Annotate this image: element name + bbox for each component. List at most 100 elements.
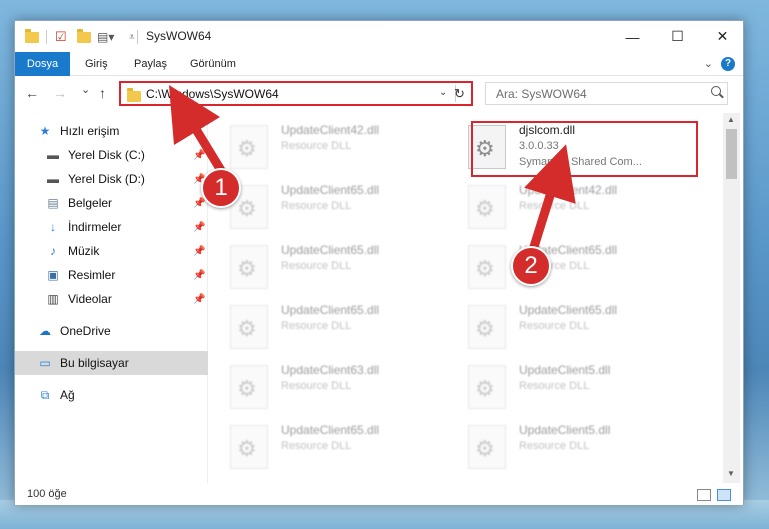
address-path[interactable]: C:\Windows\SysWOW64 (146, 87, 279, 101)
file-type: Resource DLL (519, 200, 590, 212)
pin-icon[interactable]: 📌 (193, 270, 205, 281)
search-input[interactable]: Ara: SysWOW64 (496, 87, 587, 101)
file-highlight-box (471, 121, 698, 177)
file-type: Resource DLL (281, 380, 352, 392)
sidebar-item-onedrive[interactable]: ☁ OneDrive (15, 319, 208, 343)
help-icon[interactable]: ? (721, 57, 735, 71)
dll-file-icon (230, 365, 268, 409)
sidebar-item-downloads[interactable]: ↓ İndirmeler 📌 (15, 215, 208, 239)
title-bar: ☑ ▤▾ ⩡ SysWOW64 — ☐ ✕ (15, 21, 743, 52)
expand-ribbon-icon[interactable]: ⌄ (704, 57, 713, 70)
file-type: Resource DLL (519, 320, 590, 332)
sidebar-item-quick-access[interactable]: ★ Hızlı erişim (15, 119, 208, 143)
scroll-thumb[interactable] (726, 129, 737, 179)
item-count: 100 öğe (27, 488, 67, 500)
list-item[interactable]: UpdateClient65.dll Resource DLL (210, 417, 435, 475)
music-icon: ♪ (50, 244, 56, 258)
sidebar-item-this-pc[interactable]: ▭ Bu bilgisayar (15, 351, 208, 375)
details-view-icon[interactable] (697, 489, 711, 501)
pin-icon[interactable]: 📌 (193, 222, 205, 233)
file-type: Resource DLL (519, 380, 590, 392)
file-type: Resource DLL (281, 440, 352, 452)
search-icon[interactable] (711, 86, 721, 96)
new-folder-icon[interactable] (77, 28, 91, 43)
list-item[interactable]: UpdateClient5.dll Resource DLL (448, 417, 673, 475)
download-icon: ↓ (50, 220, 56, 234)
step-badge-1: 1 (201, 168, 241, 208)
list-item[interactable]: UpdateClient65.dll Resource DLL (448, 297, 673, 355)
window-title: SysWOW64 (146, 29, 212, 43)
sidebar-item-label: Müzik (68, 244, 100, 258)
navigation-bar: ← → ⌄ ↑ C:\Windows\SysWOW64 ⌄ ↻ Ara: Sys… (15, 77, 743, 111)
sidebar-item-label: Hızlı erişim (60, 124, 120, 138)
vertical-scrollbar[interactable]: ▲ ▼ (723, 113, 740, 483)
list-item[interactable]: UpdateClient65.dll Resource DLL (448, 237, 673, 295)
recent-locations-button[interactable]: ⌄ (81, 83, 90, 96)
minimize-button[interactable]: — (610, 21, 655, 52)
file-name: UpdateClient5.dll (519, 363, 611, 377)
sidebar-item-label: Bu bilgisayar (60, 356, 129, 370)
list-item[interactable]: UpdateClient63.dll Resource DLL (210, 357, 435, 415)
pin-icon[interactable]: 📌 (193, 150, 205, 161)
tab-file[interactable]: Dosya (15, 52, 70, 76)
search-box[interactable]: Ara: SysWOW64 (485, 82, 728, 105)
sidebar-item-label: Videolar (68, 292, 112, 306)
file-type: Resource DLL (281, 140, 352, 152)
sidebar-item-label: Resimler (68, 268, 116, 282)
file-explorer-window: ☑ ▤▾ ⩡ SysWOW64 — ☐ ✕ Dosya Giriş Paylaş… (14, 20, 744, 505)
dll-file-icon (230, 305, 268, 349)
computer-icon: ▭ (39, 356, 51, 370)
up-button[interactable]: ↑ (99, 85, 106, 101)
list-item[interactable]: UpdateClient65.dll Resource DLL (210, 237, 435, 295)
sidebar-item-videos[interactable]: ▥ Videolar 📌 (15, 287, 208, 311)
pictures-icon: ▣ (47, 268, 59, 282)
forward-button[interactable]: → (53, 85, 67, 101)
drive-icon: ▬ (47, 148, 59, 162)
status-bar: 100 öğe (15, 485, 743, 505)
folder-icon (25, 28, 39, 43)
dll-file-icon (468, 425, 506, 469)
address-dropdown-icon[interactable]: ⌄ (439, 87, 447, 98)
quick-access-toolbar (25, 28, 39, 45)
list-item[interactable]: UpdateClient65.dll Resource DLL (210, 297, 435, 355)
sidebar-item-disk-d[interactable]: ▬ Yerel Disk (D:) 📌 (15, 167, 208, 191)
tab-home[interactable]: Giriş (73, 52, 120, 76)
sidebar-item-network[interactable]: ⧉ Ağ (15, 383, 208, 407)
properties-icon[interactable]: ☑ (55, 29, 67, 45)
tab-view[interactable]: Görünüm (178, 52, 248, 76)
close-button[interactable]: ✕ (700, 21, 745, 52)
sidebar-item-music[interactable]: ♪ Müzik 📌 (15, 239, 208, 263)
title-separator (137, 30, 138, 44)
list-item[interactable]: UpdateClient65.dll Resource DLL (210, 177, 435, 235)
list-item[interactable]: UpdateClient42.dll Resource DLL (448, 177, 673, 235)
sidebar-item-label: Yerel Disk (C:) (68, 148, 145, 162)
scroll-down-icon[interactable]: ▼ (727, 469, 735, 478)
sidebar-item-pictures[interactable]: ▣ Resimler 📌 (15, 263, 208, 287)
drive-icon: ▬ (47, 172, 59, 186)
toolbar-dropdown-icon[interactable]: ⩡ (129, 29, 135, 45)
pin-icon[interactable]: 📌 (193, 294, 205, 305)
tiles-view-icon[interactable] (717, 489, 731, 501)
pin-icon[interactable]: 📌 (193, 246, 205, 257)
scroll-up-icon[interactable]: ▲ (727, 115, 735, 124)
file-name: UpdateClient65.dll (519, 303, 618, 317)
tab-share[interactable]: Paylaş (122, 52, 179, 76)
sidebar-item-documents[interactable]: ▤ Belgeler 📌 (15, 191, 208, 215)
file-name: UpdateClient65.dll (281, 303, 380, 317)
address-folder-icon (127, 88, 141, 102)
file-name: UpdateClient65.dll (281, 423, 380, 437)
address-bar[interactable]: C:\Windows\SysWOW64 ⌄ ↻ (119, 81, 473, 106)
sidebar-item-disk-c[interactable]: ▬ Yerel Disk (C:) 📌 (15, 143, 208, 167)
sidebar-item-label: Yerel Disk (D:) (68, 172, 145, 186)
refresh-button[interactable]: ↻ (451, 85, 468, 102)
back-button[interactable]: ← (25, 85, 39, 101)
dll-file-icon (230, 425, 268, 469)
list-item[interactable]: UpdateClient5.dll Resource DLL (448, 357, 673, 415)
dll-file-icon (230, 245, 268, 289)
sidebar-item-label: OneDrive (60, 324, 111, 338)
file-name: UpdateClient5.dll (519, 423, 611, 437)
list-item[interactable]: UpdateClient42.dll Resource DLL (210, 117, 435, 175)
dll-file-icon (468, 305, 506, 349)
customize-toolbar-icon[interactable]: ▤▾ (97, 29, 114, 45)
maximize-button[interactable]: ☐ (655, 21, 700, 52)
